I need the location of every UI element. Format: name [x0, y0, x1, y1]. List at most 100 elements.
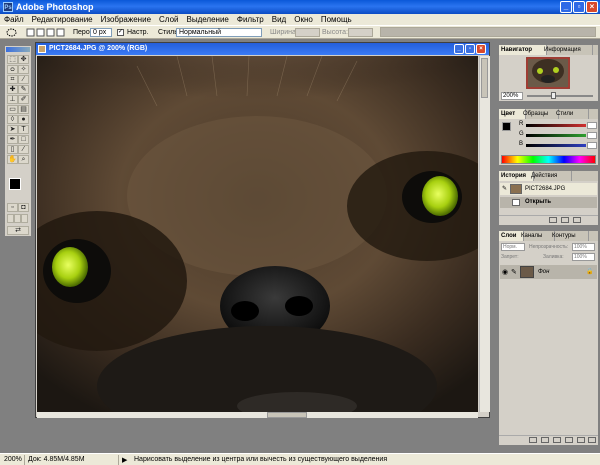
layer-visibility-eye-icon[interactable]: ◉ — [502, 268, 508, 276]
antialias-checkbox[interactable]: ✓ — [117, 29, 124, 36]
status-zoom[interactable]: 200% — [4, 456, 22, 463]
notes-tool-icon[interactable]: ▯ — [7, 145, 18, 154]
horizontal-scrollbar[interactable] — [37, 412, 478, 418]
history-brush-tool-icon[interactable]: ✐ — [18, 95, 29, 104]
vertical-scroll-thumb[interactable] — [481, 58, 488, 98]
menu-view[interactable]: Вид — [268, 14, 290, 25]
layer-mask-icon[interactable] — [541, 437, 549, 443]
status-arrow-icon[interactable]: ▶ — [122, 456, 127, 464]
tab-info[interactable]: Информация — [542, 45, 593, 55]
new-document-from-state-icon[interactable] — [549, 217, 557, 223]
navigator-zoom-slider[interactable] — [527, 95, 593, 97]
path-selection-tool-icon[interactable]: ➤ — [7, 125, 18, 134]
doc-close-button[interactable]: × — [476, 44, 486, 54]
menu-bar: Файл Редактирование Изображение Слой Выделен… — [0, 14, 600, 25]
lock-label: Запрет: — [501, 254, 519, 260]
layer-row-background[interactable]: ◉ ✎ Фон 🔒 — [500, 265, 597, 279]
delete-state-icon[interactable] — [573, 217, 581, 223]
channel-r-slider[interactable] — [526, 124, 586, 127]
navigator-zoom-field[interactable]: 200% — [501, 92, 523, 100]
menu-filter[interactable]: Фильтр — [233, 14, 268, 25]
new-layer-icon[interactable] — [577, 437, 585, 443]
menu-help[interactable]: Помощь — [317, 14, 356, 25]
selection-mode-icons[interactable] — [26, 28, 66, 37]
snapshot-thumbnail — [510, 184, 522, 194]
image-canvas[interactable] — [37, 56, 478, 412]
foreground-color-swatch[interactable] — [9, 178, 21, 190]
navigator-zoom-slider-handle[interactable] — [551, 92, 556, 99]
menu-file[interactable]: Файл — [0, 14, 28, 25]
menu-layer[interactable]: Слой — [155, 14, 182, 25]
document-title-bar: PICT2684.JPG @ 200% (RGB) _ ▫ × — [36, 43, 489, 55]
channel-b-slider[interactable] — [526, 144, 586, 147]
type-tool-icon[interactable]: T — [18, 125, 29, 134]
standard-mode-icon[interactable]: ▫ — [7, 203, 18, 212]
channel-g-value[interactable] — [587, 132, 597, 139]
clone-stamp-tool-icon[interactable]: ⊥ — [7, 95, 18, 104]
width-input[interactable] — [295, 28, 320, 37]
history-state-row[interactable]: Открыть — [500, 197, 597, 208]
blend-mode-select[interactable]: Норм. — [501, 243, 525, 251]
dodge-tool-icon[interactable]: ● — [18, 115, 29, 124]
magic-wand-tool-icon[interactable]: ✧ — [18, 65, 29, 74]
menu-select[interactable]: Выделение — [182, 14, 232, 25]
gradient-tool-icon[interactable]: ▤ — [18, 105, 29, 114]
zoom-tool-icon[interactable]: ⌕ — [18, 155, 29, 164]
move-tool-icon[interactable]: ✥ — [18, 55, 29, 64]
tab-actions[interactable]: Действия — [529, 171, 572, 181]
minimize-button[interactable]: _ — [560, 1, 572, 13]
channel-g-slider[interactable] — [526, 134, 586, 137]
tab-navigator[interactable]: Навигатор — [499, 45, 547, 55]
status-doc-size[interactable]: Док: 4.85M/4.85M — [28, 456, 85, 463]
lasso-tool-icon[interactable]: ᴑ — [7, 65, 18, 74]
blur-tool-icon[interactable]: ◊ — [7, 115, 18, 124]
menu-image[interactable]: Изображение — [97, 14, 155, 25]
maximize-button[interactable]: ▫ — [573, 1, 585, 13]
new-layer-set-icon[interactable] — [553, 437, 561, 443]
new-snapshot-icon[interactable] — [561, 217, 569, 223]
pen-tool-icon[interactable]: ✒ — [7, 135, 18, 144]
menu-edit[interactable]: Редактирование — [28, 14, 97, 25]
layer-brush-icon: ✎ — [511, 269, 517, 276]
adjustment-layer-icon[interactable] — [565, 437, 573, 443]
hand-tool-icon[interactable]: ✋ — [7, 155, 18, 164]
screen-mode-menu-icon[interactable] — [14, 214, 21, 223]
channel-b-value[interactable] — [587, 142, 597, 149]
eyedropper-tool-icon[interactable]: ⁄ — [18, 145, 29, 154]
doc-minimize-button[interactable]: _ — [454, 44, 464, 54]
doc-maximize-button[interactable]: ▫ — [465, 44, 475, 54]
navigator-tabs: Навигатор Информация — [499, 45, 598, 55]
close-button[interactable]: × — [586, 1, 598, 13]
jump-to-imageready-icon[interactable]: ⇄ — [7, 226, 29, 235]
fill-label: Заливка: — [543, 254, 564, 260]
brush-tool-icon[interactable]: ✎ — [18, 85, 29, 94]
title-bar: Ps Adobe Photoshop _ ▫ × — [0, 0, 600, 14]
color-spectrum-bar[interactable] — [501, 155, 596, 164]
screen-mode-full-icon[interactable] — [21, 214, 28, 223]
healing-brush-tool-icon[interactable]: ✚ — [7, 85, 18, 94]
feather-input[interactable]: 0 px — [90, 28, 112, 37]
color-foreground-swatch[interactable] — [502, 122, 511, 131]
marquee-tool-icon[interactable]: ⬚ — [7, 55, 18, 64]
layer-style-icon[interactable] — [529, 437, 537, 443]
delete-layer-icon[interactable] — [588, 437, 596, 443]
style-select[interactable]: Нормальный — [176, 28, 262, 37]
crop-tool-icon[interactable]: ⌗ — [7, 75, 18, 84]
tab-styles[interactable]: Стили — [554, 109, 589, 119]
fill-field[interactable]: 100% — [572, 253, 595, 261]
eraser-tool-icon[interactable]: ▭ — [7, 105, 18, 114]
horizontal-scroll-thumb[interactable] — [267, 412, 307, 418]
shape-tool-icon[interactable]: □ — [18, 135, 29, 144]
menu-window[interactable]: Окно — [290, 14, 317, 25]
elliptical-marquee-icon[interactable] — [6, 28, 17, 37]
history-snapshot-row[interactable]: ✎ PICT2684.JPG — [500, 183, 597, 195]
screen-mode-standard-icon[interactable] — [7, 214, 14, 223]
vertical-scrollbar[interactable] — [479, 56, 490, 412]
opacity-field[interactable]: 100% — [572, 243, 595, 251]
channel-r-value[interactable] — [587, 122, 597, 129]
window-title: Adobe Photoshop — [16, 2, 94, 12]
tab-paths[interactable]: Контуры — [550, 231, 589, 241]
height-input[interactable] — [348, 28, 373, 37]
slice-tool-icon[interactable]: ∕ — [18, 75, 29, 84]
quick-mask-icon[interactable]: ◘ — [18, 203, 29, 212]
